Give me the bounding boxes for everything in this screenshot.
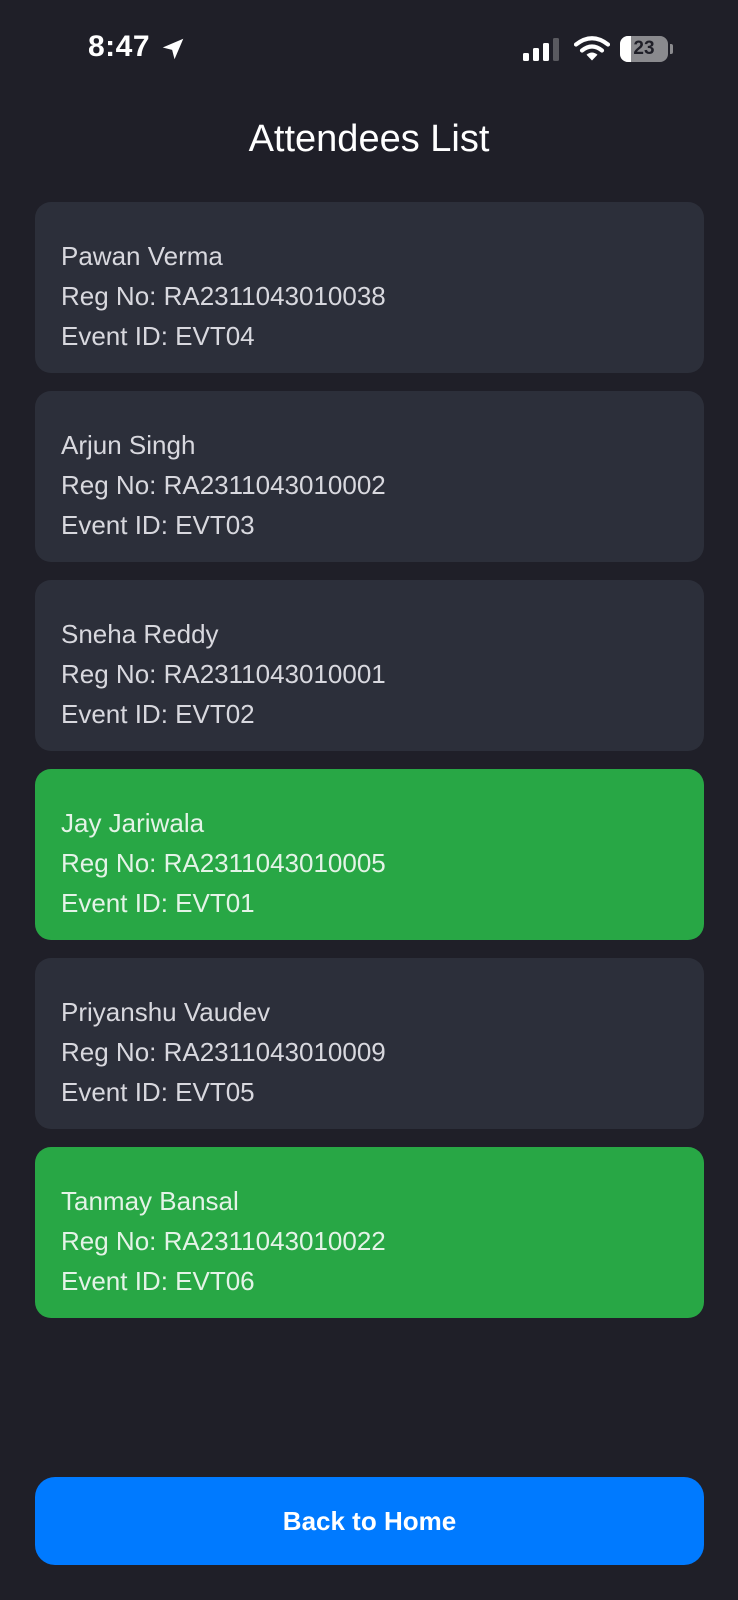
attendee-event-id: Event ID: EVT04	[61, 321, 255, 351]
battery-cap	[670, 44, 673, 54]
attendee-reg-no: Reg No: RA2311043010009	[61, 1037, 386, 1067]
attendee-reg-no: Reg No: RA2311043010002	[61, 470, 386, 500]
attendee-event-id: Event ID: EVT05	[61, 1077, 255, 1107]
location-arrow-icon	[162, 38, 184, 60]
wifi-icon	[574, 36, 610, 61]
status-bar: 8:47 23	[0, 0, 738, 100]
status-time: 8:47	[88, 30, 151, 63]
attendee-card[interactable]: Tanmay Bansal Reg No: RA2311043010022 Ev…	[35, 1147, 704, 1318]
attendee-card[interactable]: Priyanshu Vaudev Reg No: RA2311043010009…	[35, 958, 704, 1129]
attendee-event-id: Event ID: EVT01	[61, 888, 255, 918]
attendee-name: Arjun Singh	[61, 430, 196, 460]
page-title: Attendees List	[248, 118, 490, 160]
back-to-home-button[interactable]: Back to Home	[35, 1477, 704, 1565]
attendee-list: Pawan Verma Reg No: RA2311043010038 Even…	[35, 202, 704, 1336]
attendee-event-id: Event ID: EVT03	[61, 510, 255, 540]
attendee-name: Tanmay Bansal	[61, 1186, 239, 1216]
attendee-card[interactable]: Sneha Reddy Reg No: RA2311043010001 Even…	[35, 580, 704, 751]
attendee-name: Pawan Verma	[61, 241, 223, 271]
attendee-event-id: Event ID: EVT06	[61, 1266, 255, 1296]
battery-level: 23	[633, 38, 655, 59]
cellular-signal-icon	[523, 38, 559, 61]
battery-icon: 23	[620, 36, 673, 62]
attendee-reg-no: Reg No: RA2311043010005	[61, 848, 386, 878]
attendee-reg-no: Reg No: RA2311043010022	[61, 1226, 386, 1256]
attendee-event-id: Event ID: EVT02	[61, 699, 255, 729]
attendee-reg-no: Reg No: RA2311043010038	[61, 281, 386, 311]
attendee-name: Jay Jariwala	[61, 808, 205, 838]
attendee-card[interactable]: Jay Jariwala Reg No: RA2311043010005 Eve…	[35, 769, 704, 940]
attendee-name: Sneha Reddy	[61, 619, 219, 649]
attendee-reg-no: Reg No: RA2311043010001	[61, 659, 386, 689]
attendee-name: Priyanshu Vaudev	[61, 997, 271, 1027]
battery-body: 23	[620, 36, 668, 62]
attendee-card[interactable]: Pawan Verma Reg No: RA2311043010038 Even…	[35, 202, 704, 373]
attendee-card[interactable]: Arjun Singh Reg No: RA2311043010002 Even…	[35, 391, 704, 562]
